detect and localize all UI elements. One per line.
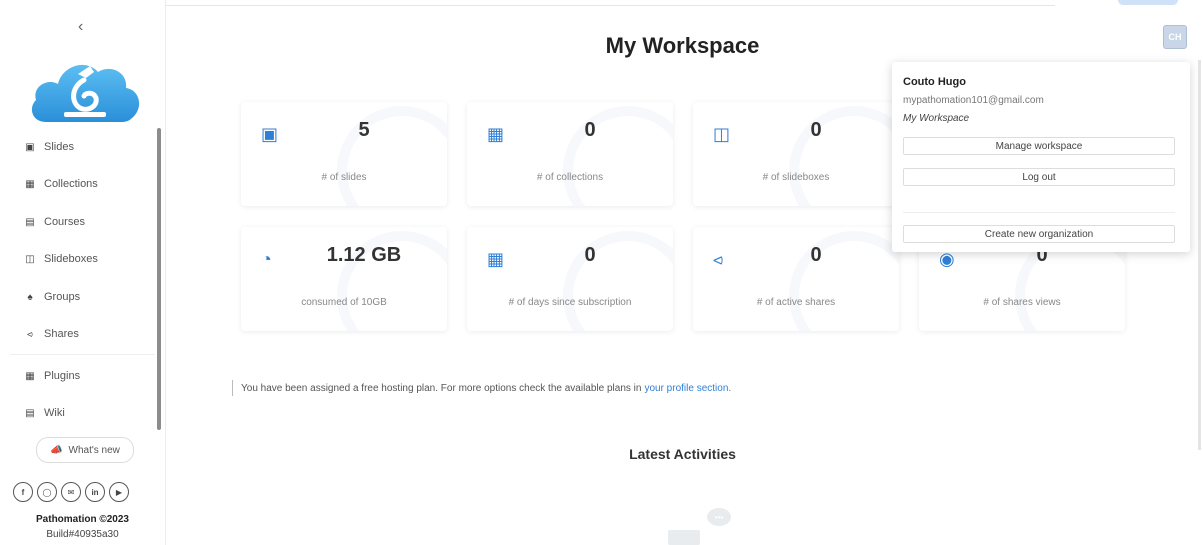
sidebar-item-label: Shares <box>44 328 79 340</box>
stat-card-subscription-days[interactable]: ▦ 0 # of days since subscription <box>467 227 673 331</box>
sidebar-item-shares[interactable]: ⪦ Shares <box>24 324 79 344</box>
stat-label: # of shares views <box>983 297 1061 308</box>
calendar-icon: ▦ <box>487 249 505 269</box>
sidebar-divider <box>10 354 155 355</box>
stat-value: 1.12 GB <box>326 244 402 266</box>
stat-label: consumed of 10GB <box>301 297 387 308</box>
latest-activities-heading: Latest Activities <box>629 446 736 462</box>
linkedin-icon[interactable]: in <box>85 482 105 502</box>
sidebar-item-groups[interactable]: ♠ Groups <box>24 287 80 307</box>
sidebar-item-label: Collections <box>44 178 98 190</box>
sidebar-item-label: Plugins <box>44 370 81 382</box>
social-links: f ◯ ✉ in ▶ <box>13 482 129 502</box>
top-bar <box>120 0 1055 6</box>
stat-card-slides[interactable]: ▣ 5 # of slides <box>241 102 447 206</box>
plugins-icon: ▦ <box>25 370 35 382</box>
megaphone-icon: 📣 <box>50 444 63 456</box>
sidebar-item-label: Courses <box>44 216 85 228</box>
share-icon: ⪦ <box>713 249 724 269</box>
stat-value: 0 <box>584 119 596 141</box>
create-organization-button[interactable]: Create new organization <box>903 225 1175 243</box>
stat-value: 0 <box>810 119 822 141</box>
stat-label: # of slides <box>321 172 367 183</box>
stat-card-storage[interactable]: ◔ 1.12 GB consumed of 10GB <box>241 227 447 331</box>
facebook-icon[interactable]: f <box>13 482 33 502</box>
sidebar-scrollbar[interactable] <box>157 128 161 430</box>
email-icon[interactable]: ✉ <box>61 482 81 502</box>
slidebox-icon: ◫ <box>713 124 731 144</box>
stat-card-slideboxes[interactable]: ◫ 0 # of slideboxes <box>693 102 899 206</box>
stat-value: 0 <box>584 244 596 266</box>
whats-new-label: What's new <box>68 444 120 456</box>
build-number: Build#40935a30 <box>46 529 119 540</box>
collections-icon: ▦ <box>25 178 35 190</box>
sidebar: ‹ ▣ Slides ▦ Collections ▤ Courses ◫ Sli… <box>0 0 166 545</box>
profile-section-link[interactable]: your profile section. <box>644 383 731 394</box>
stat-value: 5 <box>358 119 370 141</box>
copyright: Pathomation ©2023 <box>36 514 129 525</box>
shares-icon: ⪦ <box>27 328 33 340</box>
avatar[interactable]: CH <box>1163 25 1187 49</box>
notice-text: You have been assigned a free hosting pl… <box>241 382 642 394</box>
stat-label: # of slideboxes <box>762 172 830 183</box>
sidebar-item-slideboxes[interactable]: ◫ Slideboxes <box>24 249 98 269</box>
empty-state-icon <box>668 530 700 545</box>
stat-label: # of days since subscription <box>508 297 632 308</box>
stat-card-active-shares[interactable]: ⪦ 0 # of active shares <box>693 227 899 331</box>
chevron-left-icon[interactable]: ‹ <box>78 18 83 36</box>
wiki-icon: ▤ <box>25 407 35 419</box>
stat-value: 0 <box>810 244 822 266</box>
manage-workspace-button[interactable]: Manage workspace <box>903 137 1175 155</box>
courses-icon: ▤ <box>25 216 35 228</box>
whats-new-button[interactable]: 📣 What's new <box>36 437 134 463</box>
chat-bubble-icon: ••• <box>707 508 731 526</box>
pathomation-logo[interactable] <box>28 52 143 126</box>
stat-card-collections[interactable]: ▦ 0 # of collections <box>467 102 673 206</box>
sidebar-item-courses[interactable]: ▤ Courses <box>24 212 85 232</box>
stat-label: # of collections <box>536 172 604 183</box>
sidebar-item-label: Slideboxes <box>44 253 98 265</box>
groups-icon: ♠ <box>27 291 33 303</box>
sidebar-item-plugins[interactable]: ▦ Plugins <box>24 366 80 386</box>
page-scrollbar[interactable] <box>1198 60 1201 450</box>
menu-divider <box>903 212 1175 213</box>
user-menu: Couto Hugo mypathomation101@gmail.com My… <box>892 62 1190 252</box>
hosting-plan-notice: You have been assigned a free hosting pl… <box>232 380 731 396</box>
github-icon[interactable]: ◯ <box>37 482 57 502</box>
sidebar-item-wiki[interactable]: ▤ Wiki <box>24 403 65 423</box>
logout-button[interactable]: Log out <box>903 168 1175 186</box>
sidebar-item-collections[interactable]: ▦ Collections <box>24 174 98 194</box>
top-bar-button[interactable] <box>1118 0 1178 5</box>
youtube-icon[interactable]: ▶ <box>109 482 129 502</box>
sidebar-item-label: Groups <box>44 291 81 303</box>
page-title: My Workspace <box>605 33 760 58</box>
collection-icon: ▦ <box>487 124 505 144</box>
eye-icon: ◉ <box>939 249 955 269</box>
stat-label: # of active shares <box>756 297 836 308</box>
user-name: Couto Hugo <box>903 76 966 88</box>
user-email: mypathomation101@gmail.com <box>903 95 1044 106</box>
sidebar-item-label: Slides <box>44 141 74 153</box>
slideboxes-icon: ◫ <box>25 253 35 265</box>
slides-icon: ▣ <box>25 141 35 153</box>
sidebar-item-slides[interactable]: ▣ Slides <box>24 137 74 157</box>
current-workspace: My Workspace <box>903 113 970 124</box>
image-icon: ▣ <box>261 124 279 144</box>
sidebar-item-label: Wiki <box>44 407 65 419</box>
pie-chart-icon: ◔ <box>261 249 272 269</box>
